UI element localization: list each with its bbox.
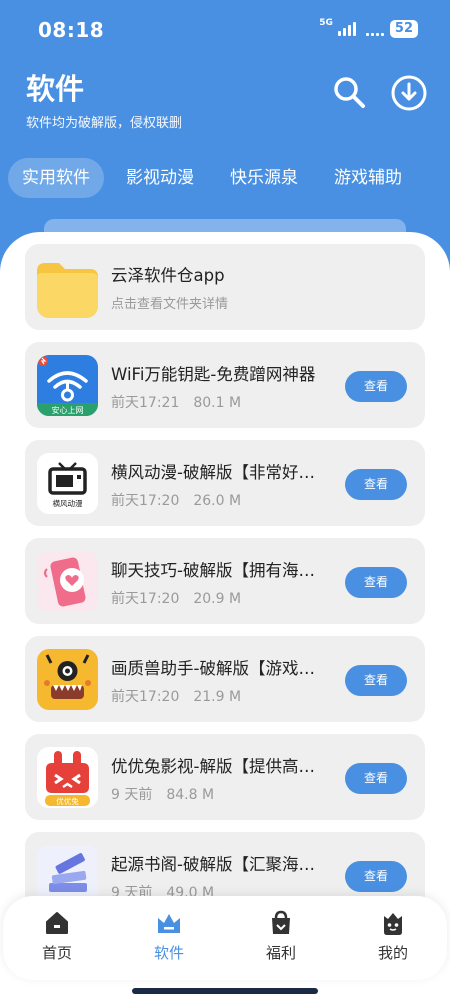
app-title: 画质兽助手-破解版【游戏…	[111, 659, 315, 678]
status-bar: 08:18 5G 52	[0, 0, 450, 56]
app-meta: 9 天前 84.8 M	[111, 787, 215, 803]
tab-game-assist[interactable]: 游戏辅助	[320, 158, 416, 198]
page-title: 软件	[26, 72, 85, 106]
nav-mine-label: 我的	[377, 944, 408, 962]
signal-icon	[337, 22, 356, 36]
tv-icon: 横风动漫	[37, 453, 98, 514]
tab-video-anime[interactable]: 影视动漫	[112, 158, 208, 198]
view-button[interactable]: 查看	[345, 371, 407, 402]
battery-icon: 52	[389, 20, 418, 38]
signal-dots-icon	[365, 22, 384, 36]
app-meta: 前天17:20 26.0 M	[111, 493, 242, 509]
app-title: 横风动漫-破解版【非常好…	[111, 463, 315, 482]
download-icon[interactable]	[390, 74, 428, 112]
folder-subtitle: 点击查看文件夹详情	[111, 297, 229, 312]
crown-icon	[158, 914, 180, 933]
view-button[interactable]: 查看	[345, 469, 407, 500]
nav-mine[interactable]: 我的	[363, 910, 423, 963]
category-tabs: 实用软件 影视动漫 快乐源泉 游戏辅助	[8, 158, 416, 198]
app-meta: 前天17:20 20.9 M	[111, 591, 242, 607]
nav-home-label: 首页	[41, 944, 72, 962]
bottom-nav: 首页 软件 福利 我的	[3, 896, 447, 980]
app-meta: 前天17:20 21.9 M	[111, 689, 242, 705]
app-title: WiFi万能钥匙-免费蹭网神器	[111, 365, 316, 384]
list-item[interactable]: 优优兔 优优兔影视-解版【提供高… 9 天前 84.8 M 查看	[25, 734, 425, 820]
gift-bag-icon	[272, 910, 290, 934]
list-item[interactable]: 安心上网 WiFi万能钥匙-免费蹭网神器 前天17:21 80.1 M 查看	[25, 342, 425, 428]
nav-welfare[interactable]: 福利	[251, 910, 311, 963]
tab-useful-software[interactable]: 实用软件	[8, 158, 104, 198]
app-title: 优优兔影视-解版【提供高…	[111, 757, 315, 776]
nav-software-label: 软件	[153, 944, 184, 962]
page-subtitle: 软件均为破解版，侵权联删	[26, 116, 183, 131]
network-type: 5G	[319, 18, 333, 28]
page-header: 软件 软件均为破解版，侵权联删	[26, 66, 182, 131]
app-title: 聊天技巧-破解版【拥有海…	[111, 561, 315, 580]
nav-software[interactable]: 软件	[139, 910, 199, 963]
folder-card[interactable]: 云泽软件仓app 点击查看文件夹详情	[25, 244, 425, 330]
nav-home[interactable]: 首页	[27, 910, 87, 963]
wifi-icon-text: 安心上网	[52, 405, 84, 415]
list-item[interactable]: 横风动漫 横风动漫-破解版【非常好… 前天17:20 26.0 M 查看	[25, 440, 425, 526]
status-time: 08:18	[38, 18, 105, 42]
rabbit-icon-text: 优优兔	[56, 796, 79, 806]
app-meta: 前天17:21 80.1 M	[111, 395, 242, 411]
view-button[interactable]: 查看	[345, 665, 407, 696]
home-indicator[interactable]	[132, 988, 318, 994]
wifi-key-icon: 安心上网	[37, 355, 98, 416]
rabbit-icon: 优优兔	[37, 747, 98, 808]
nav-welfare-label: 福利	[265, 944, 296, 962]
status-indicators: 5G 52	[319, 18, 418, 38]
app-list: 云泽软件仓app 点击查看文件夹详情 安心上网 WiFi万能钥匙-免费蹭网神器 …	[0, 232, 450, 1001]
monster-icon	[37, 649, 98, 710]
list-item[interactable]: 画质兽助手-破解版【游戏… 前天17:20 21.9 M 查看	[25, 636, 425, 722]
list-item[interactable]: 聊天技巧-破解版【拥有海… 前天17:20 20.9 M 查看	[25, 538, 425, 624]
folder-icon	[37, 257, 98, 318]
profile-icon	[384, 913, 402, 935]
folder-title: 云泽软件仓app	[111, 266, 225, 285]
view-button[interactable]: 查看	[345, 763, 407, 794]
chat-phone-icon	[37, 551, 98, 612]
tab-fun[interactable]: 快乐源泉	[216, 158, 312, 198]
search-icon[interactable]	[331, 74, 369, 112]
view-button[interactable]: 查看	[345, 861, 407, 892]
tv-icon-text: 横风动漫	[53, 498, 83, 508]
app-title: 起源书阁-破解版【汇聚海…	[111, 855, 315, 874]
home-icon	[46, 912, 68, 934]
view-button[interactable]: 查看	[345, 567, 407, 598]
